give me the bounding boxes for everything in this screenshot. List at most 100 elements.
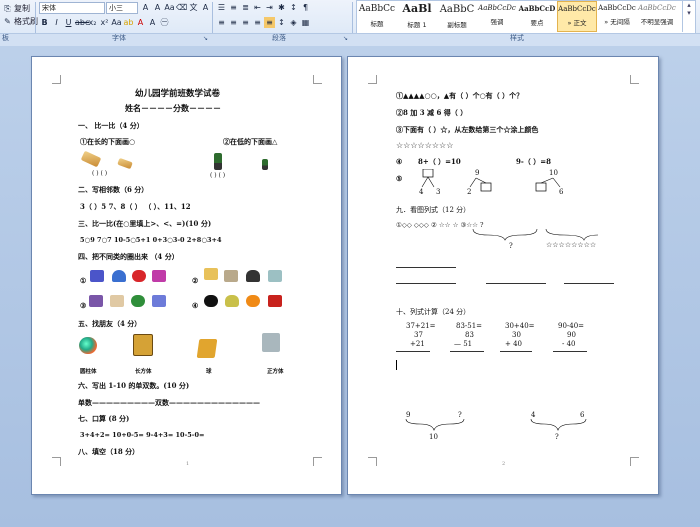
text-cursor (396, 360, 397, 370)
style-strong[interactable]: AaBbCcD 要点 (517, 1, 557, 32)
paragraph-dialog-launcher[interactable]: ↘ (343, 35, 348, 42)
section-9-braces (472, 228, 599, 241)
increase-indent-icon[interactable]: ⇥ (264, 2, 275, 13)
style-heading1[interactable]: AaBl 标题 1 (397, 1, 437, 32)
ball-icon (131, 295, 145, 307)
fill-item-4b: 9-（ ）=8 (516, 157, 551, 166)
style-emphasis[interactable]: AaBbCcDc 强调 (477, 1, 517, 32)
section-1-heading: 一、 比一比（4 分） (78, 121, 144, 130)
font-name-select[interactable]: 宋体 (39, 2, 105, 14)
line-spacing-icon[interactable]: ↕ (276, 17, 287, 28)
section-1-answer-parens: ( ) ( ) (92, 170, 108, 177)
multilevel-icon[interactable]: ≣ (240, 2, 251, 13)
crop-mark (630, 457, 639, 466)
cube-icon (262, 333, 280, 352)
calc-3-top: 30 (512, 331, 521, 339)
calc-header-4: 90-40= (558, 322, 585, 330)
bullets-icon[interactable]: ☰ (216, 2, 227, 13)
section-9-question: ? (509, 242, 513, 250)
border-char-icon[interactable]: A (200, 2, 211, 13)
fill-item-2: ②8 加 3 减 6 得（ ） (396, 108, 468, 117)
italic-icon[interactable]: I (51, 17, 62, 28)
borders-icon[interactable]: ▦ (300, 17, 311, 28)
plane-icon (152, 295, 166, 307)
shading-icon[interactable]: ◈ (288, 17, 299, 28)
char-shading-icon[interactable]: A (147, 17, 158, 28)
orange-icon (246, 295, 260, 307)
calc-1-op: +21 (410, 340, 425, 348)
text-effect-icon[interactable]: Aa (111, 17, 122, 28)
shrink-font-icon[interactable]: A (152, 2, 163, 13)
style-subtitle[interactable]: AaBbC 副标题 (437, 1, 477, 32)
tree3-right: 6 (559, 188, 564, 196)
style-title[interactable]: AaBbCc 标题 (357, 1, 397, 32)
calc-4-top: 90 (567, 331, 576, 339)
styles-scroll-button[interactable]: ▴ ▾ (682, 1, 695, 32)
shape-label-cylinder: 圆柱体 (80, 369, 97, 375)
answer-line (396, 267, 456, 268)
section-6-line: 单数—————————双数————————————— (78, 398, 260, 407)
font-color-icon[interactable]: A (135, 17, 146, 28)
page-1[interactable]: 幼儿园学前班数学试卷 姓名－－－－分数－－－－ 一、 比一比（4 分） ①在长的… (31, 56, 342, 495)
calc-2-rule (450, 351, 484, 352)
distributed-icon[interactable]: ≡ (264, 17, 275, 28)
change-case-icon[interactable]: Aa (164, 2, 175, 13)
crop-mark (52, 457, 61, 466)
style-subtle-emphasis[interactable]: AaBbCcDc 不明显强调 (637, 1, 677, 32)
shape-label-sphere: 球 (206, 369, 212, 375)
page-title: 幼儿园学前班数学试卷 (135, 89, 221, 99)
brace-2-total: ? (555, 433, 559, 441)
answer-line (396, 283, 456, 284)
shape-label-cuboid: 长方体 (135, 369, 152, 375)
calc-header-2: 83-51= (456, 322, 483, 330)
strikethrough-icon[interactable]: abc (75, 17, 89, 28)
phonetic-icon[interactable]: 文 (188, 2, 199, 13)
superscript-icon[interactable]: x² (99, 17, 110, 28)
sort-icon[interactable]: ↕ (288, 2, 299, 13)
underline-icon[interactable]: U (63, 17, 74, 28)
beach-ball-icon (79, 337, 97, 354)
section-1a: ①在长的下面画○ (80, 137, 136, 146)
fill-item-4a: 8+（ ）=10 (418, 157, 461, 166)
chinese-layout-icon[interactable]: ✱ (276, 2, 287, 13)
styles-gallery: AaBbCc 标题 AaBl 标题 1 AaBbC 副标题 AaBbCcDc 强… (356, 0, 696, 34)
format-painter-button[interactable]: ✎ 格式刷 (2, 16, 38, 27)
enclose-char-icon[interactable]: ㊀ (159, 17, 170, 28)
style-normal[interactable]: AaBbCcDc » 正文 (557, 1, 597, 32)
fill-item-5-marker: ⑤ (396, 174, 403, 183)
brush-icon: ✎ (4, 17, 11, 26)
decrease-indent-icon[interactable]: ⇤ (252, 2, 263, 13)
style-no-spacing[interactable]: AaBbCcDc » 无间隔 (597, 1, 637, 32)
font-dialog-launcher[interactable]: ↘ (203, 35, 208, 42)
bold-icon[interactable]: B (39, 17, 50, 28)
section-4-marker-2: ② (192, 276, 199, 285)
clear-format-icon[interactable]: ⌫ (176, 2, 187, 13)
show-marks-icon[interactable]: ¶ (300, 2, 311, 13)
align-left-icon[interactable]: ≡ (216, 17, 227, 28)
font-size-select[interactable]: 小三 (106, 2, 138, 14)
fill-item-4-marker: ④ (396, 157, 403, 166)
calc-2-top: 83 (465, 331, 474, 339)
page-number: 1 (186, 461, 190, 467)
stars-row: ☆☆☆☆☆☆☆☆ (396, 141, 454, 150)
copy-button[interactable]: ⎘ 复制 (2, 3, 30, 14)
section-1-answer-parens-2: ( ) ( ) (210, 172, 226, 179)
tree3-top: 10 (549, 169, 558, 177)
grapes-icon (204, 295, 218, 307)
align-center-icon[interactable]: ≡ (228, 17, 239, 28)
subscript-icon[interactable]: x₂ (87, 17, 98, 28)
tree1-right: 3 (436, 188, 441, 196)
highlight-icon[interactable]: ab (123, 17, 134, 28)
page-2[interactable]: ①▲▲▲▲○○，▲有（ ）个○有（ ）个？ ②8 加 3 减 6 得（ ） ③下… (347, 56, 659, 495)
page-number: 2 (502, 461, 506, 467)
justify-icon[interactable]: ≡ (252, 17, 263, 28)
section-4-marker-4: ④ (192, 301, 199, 310)
grow-font-icon[interactable]: A (140, 2, 151, 13)
align-right-icon[interactable]: ≡ (240, 17, 251, 28)
section-7-items: 3+4+2= 10+0-5= 9-4+3= 10-5-0= (80, 431, 205, 439)
numbering-icon[interactable]: ≡ (228, 2, 239, 13)
brace-1-total: 10 (429, 433, 438, 441)
tall-person-icon (214, 153, 222, 170)
answer-line (486, 283, 546, 284)
section-3-heading: 三、比一比(在○里填上>、<、=)(10 分) (78, 219, 212, 228)
